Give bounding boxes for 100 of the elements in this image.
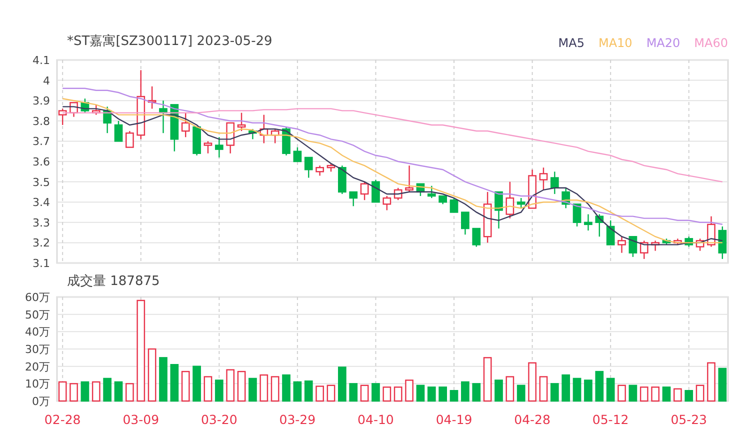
volume-bar [304,380,313,402]
volume-bar [550,383,559,402]
volume-bar [92,381,100,402]
candlestick [618,236,626,253]
candlestick [674,238,682,245]
axis-label: 3.4 [32,196,50,210]
candlestick [114,120,123,142]
candlestick [405,166,414,192]
legend-label: MA10 [598,36,632,50]
candlestick [304,156,313,178]
candlestick [58,108,67,125]
date-label: 04-28 [514,412,550,427]
candlestick [595,214,604,237]
candlestick [226,122,235,154]
candlestick [126,131,134,148]
candlestick [316,166,324,176]
volume-bar [349,383,358,402]
candlestick [628,236,638,257]
volume-bar [483,357,492,402]
axis-label: 3.9 [32,94,50,108]
volume-bar [405,380,414,402]
axis-label: 3.7 [32,135,50,148]
volume-bar [372,383,380,402]
axis-label: 3.1 [32,257,50,270]
volume-bar [192,366,201,402]
axis-label: 0万 [32,395,50,408]
candlestick [438,195,447,204]
volume-bar [606,378,615,402]
date-label: 03-09 [122,412,160,427]
candlestick [427,186,436,198]
date-label: 05-12 [592,412,629,427]
candlestick [372,180,380,203]
volume-bar [494,380,503,402]
axis-label: 60万 [25,291,50,304]
candlestick [506,182,514,218]
candlestick [539,168,548,190]
candlestick [718,226,727,259]
volume-bar [718,368,727,402]
volume-bar [58,381,67,402]
candlestick [382,196,392,210]
volume-bar [618,384,626,402]
volume-bar [114,381,123,402]
candlestick [528,170,536,209]
candlestick [282,127,290,156]
volume-bar [472,383,481,402]
date-label: 05-23 [670,412,708,427]
candlestick [394,188,402,200]
candlestick [550,172,559,194]
axis-label: 3.8 [32,114,50,128]
volume-bar [707,362,716,402]
axis-label: 50万 [25,308,50,322]
volume-bar [103,378,112,402]
candlestick [148,86,156,109]
candlestick [662,238,671,245]
volume-bar [562,374,570,402]
candlestick [684,236,694,247]
candlestick [472,228,481,247]
candlestick [92,104,100,115]
legend-label: MA60 [694,36,728,50]
chart-title: *ST嘉寓[SZ300117] 2023-05-29 [67,33,272,50]
candlestick [204,141,212,154]
candlestick [170,104,179,152]
volume-bar [214,380,224,402]
volume-bar [382,386,392,402]
legend-label: MA20 [646,36,680,50]
candlestick [349,191,358,206]
legend-label: MA5 [558,36,584,50]
volume-bar [506,376,514,402]
volume-bar [651,386,660,402]
volume-bar [170,364,179,402]
volume-bar [416,384,425,402]
candlestick [103,106,112,134]
volume-bar [70,383,78,402]
candlestick [70,102,78,117]
volume-bar [628,384,638,402]
volume-bar [80,381,90,402]
candlestick [606,220,615,246]
volume-bar [595,370,604,402]
candlestick [450,198,458,213]
candlestick [136,70,146,140]
volume-bar [450,390,458,402]
axis-label: 3.3 [32,216,50,230]
axis-label: 4.1 [32,54,50,67]
date-label: 03-29 [279,412,316,427]
candlestick [338,166,346,194]
volume-bar [572,378,582,402]
date-label: 04-19 [436,412,472,427]
candlestick [270,129,280,144]
candlestick [516,198,526,208]
date-label: 03-20 [201,412,238,427]
candlestick [696,238,704,251]
candlestick [326,164,336,172]
volume-bar [461,381,470,402]
volume-bar [126,383,134,402]
volume-bar [528,362,536,402]
volume-bar [204,376,212,402]
candlestick [461,212,470,235]
volume-bar [360,384,369,402]
candlestick [416,183,425,196]
volume-bar [584,380,592,402]
